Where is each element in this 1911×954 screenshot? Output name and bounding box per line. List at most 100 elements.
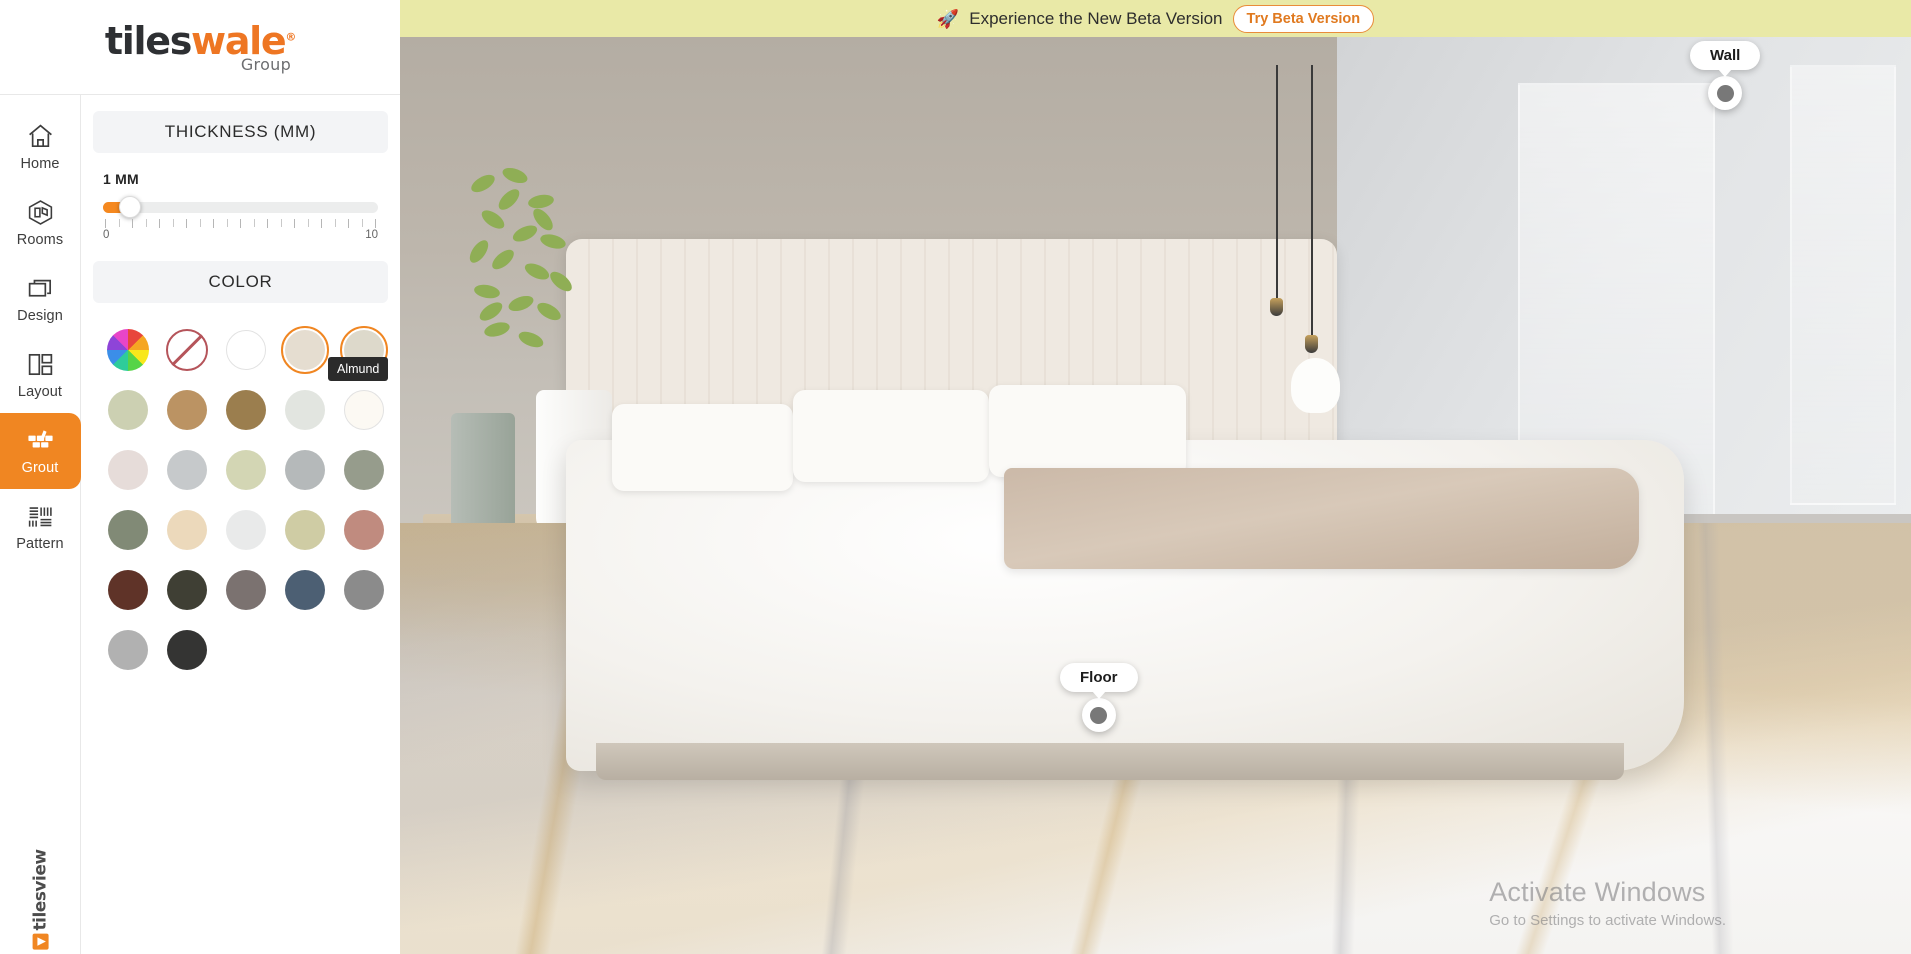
swatch-ivory[interactable]	[344, 390, 384, 430]
floor-marker-handle[interactable]	[1081, 698, 1116, 732]
swatch-light-grey[interactable]	[108, 630, 148, 670]
grid-layout-icon	[26, 350, 55, 379]
tilesview-logo: ▼ tilesview	[30, 849, 51, 950]
swatch-cell: Almund	[276, 321, 389, 381]
swatch-white[interactable]	[226, 330, 266, 370]
slider-tick	[213, 219, 214, 228]
swatch-pale-grey[interactable]	[285, 390, 325, 430]
swatch-almund[interactable]	[281, 326, 329, 374]
swatch-cell	[217, 381, 275, 439]
swatch-olive-grey[interactable]	[344, 450, 384, 490]
slider-track[interactable]	[103, 202, 378, 213]
swatch-moss[interactable]	[108, 510, 148, 550]
room-scene-image[interactable]	[400, 37, 1911, 954]
try-beta-version-button[interactable]: Try Beta Version	[1232, 4, 1375, 33]
rocket-icon: 🚀	[936, 8, 960, 29]
swatch-sage-light[interactable]	[108, 390, 148, 430]
pendant-cord-right	[1311, 64, 1314, 340]
swatch-dark-olive[interactable]	[167, 570, 207, 610]
swatch-cell	[99, 621, 157, 679]
thickness-section-header: THICKNESS (MM)	[93, 111, 388, 153]
swatch-cell	[276, 441, 334, 499]
plant-leaf	[522, 260, 552, 284]
slider-tick	[105, 219, 106, 228]
swatch-cell	[217, 501, 275, 559]
slider-tick	[240, 219, 241, 228]
swatch-cell	[158, 621, 216, 679]
no-color-icon[interactable]	[166, 329, 208, 371]
slider-min-label: 0	[103, 229, 110, 241]
sidebar-label-rooms: Rooms	[16, 232, 64, 248]
slider-tick	[280, 219, 282, 227]
tileswale-logo[interactable]: tileswale® Group	[104, 18, 296, 73]
sidebar-label-layout: Layout	[17, 384, 63, 400]
sidebar-item-pattern[interactable]: Pattern	[0, 489, 81, 565]
sidebar-item-rooms[interactable]: Rooms	[0, 185, 81, 261]
swatch-cell	[335, 321, 393, 379]
swatch-terracotta[interactable]	[344, 510, 384, 550]
slider-max-label: 10	[365, 229, 378, 241]
room-viewer[interactable]: 🚀 Experience the New Beta Version Try Be…	[400, 0, 1911, 954]
slider-tick	[334, 219, 336, 227]
swatch-celery[interactable]	[226, 450, 266, 490]
swatch-cell	[99, 561, 157, 619]
swatch-charcoal[interactable]	[167, 630, 207, 670]
swatch-ash-grey[interactable]	[285, 450, 325, 490]
swatch-almund-alt[interactable]	[340, 326, 388, 374]
swatch-sand[interactable]	[167, 510, 207, 550]
swatch-taupe-grey[interactable]	[226, 570, 266, 610]
slider-tick	[375, 219, 376, 228]
plant-leaf	[527, 193, 556, 211]
swatch-blush[interactable]	[108, 450, 148, 490]
plant-leaf	[473, 283, 502, 301]
swatch-tan[interactable]	[167, 390, 207, 430]
slider-tick	[348, 219, 349, 228]
swatch-medium-grey[interactable]	[344, 570, 384, 610]
swatch-cell	[217, 561, 275, 619]
home-icon	[26, 122, 55, 151]
slider-tick	[159, 219, 160, 228]
swatch-khaki[interactable]	[285, 510, 325, 550]
swatch-cell	[158, 381, 216, 439]
bed-throw-blanket	[1004, 467, 1639, 569]
thickness-slider[interactable]	[103, 196, 378, 218]
swatch-maroon[interactable]	[108, 570, 148, 610]
slider-tick	[307, 219, 309, 227]
sidebar-item-grout[interactable]: Grout	[0, 413, 81, 489]
swatch-cell	[99, 321, 157, 379]
sidebar-nav: Home Rooms Design Layout Grout Pattern ▼…	[0, 95, 81, 954]
sidebar-item-home[interactable]: Home	[0, 109, 81, 185]
swatch-white-smoke[interactable]	[226, 510, 266, 550]
slider-tick	[253, 219, 255, 227]
right-wall-panel	[1790, 64, 1896, 505]
swatch-coffee[interactable]	[226, 390, 266, 430]
color-swatch-grid: Almund	[93, 321, 389, 679]
floor-marker[interactable]: Floor	[1060, 663, 1138, 732]
bed-frame	[596, 743, 1624, 780]
floor-marker-label[interactable]: Floor	[1060, 663, 1138, 692]
slider-thumb[interactable]	[119, 196, 141, 218]
swatch-slate-blue[interactable]	[285, 570, 325, 610]
thickness-control: 1 MM 0 10	[93, 153, 388, 241]
logo-registered-icon: ®	[285, 29, 296, 43]
logo-bar: tileswale® Group	[0, 0, 400, 95]
wall-marker-handle[interactable]	[1708, 76, 1743, 110]
plant-leaf	[539, 232, 568, 252]
swatch-cell	[276, 381, 334, 439]
color-wheel-icon[interactable]	[107, 329, 149, 371]
sidebar-item-layout[interactable]: Layout	[0, 337, 81, 413]
wall-marker-label[interactable]: Wall	[1690, 41, 1761, 70]
logo-tiles-text: tiles	[104, 18, 192, 63]
wall-marker[interactable]: Wall	[1690, 41, 1761, 110]
decor-figurine	[1291, 357, 1340, 413]
app-root: tileswale® Group Home Rooms Design Layou…	[0, 0, 1911, 954]
sidebar-label-home: Home	[20, 156, 60, 172]
swatch-silver[interactable]	[167, 450, 207, 490]
pendant-bulb-left	[1270, 298, 1284, 317]
beta-banner-text: Experience the New Beta Version	[969, 8, 1223, 28]
cube-room-icon	[26, 198, 55, 227]
tilesview-name: tilesview	[30, 849, 51, 931]
pendant-bulb-right	[1305, 335, 1319, 354]
sidebar-item-design[interactable]: Design	[0, 261, 81, 337]
sidebar-label-pattern: Pattern	[16, 536, 64, 552]
